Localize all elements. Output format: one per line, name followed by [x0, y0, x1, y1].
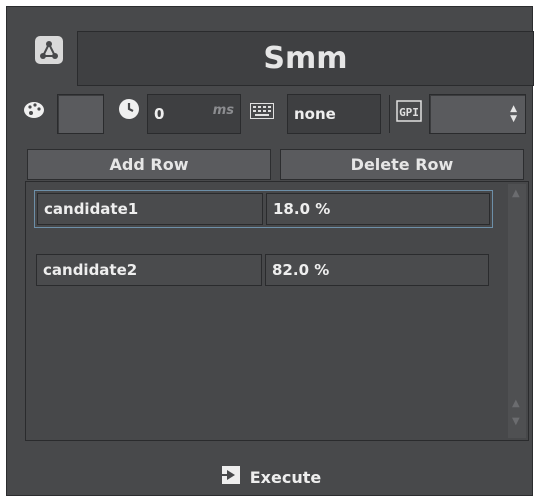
time-input[interactable]: 0 ms: [147, 94, 241, 134]
candidate-name-cell[interactable]: candidate2: [36, 254, 262, 286]
execute-icon: [220, 464, 242, 490]
table-row[interactable]: candidate1 18.0 %: [34, 190, 493, 228]
up-down-arrows-icon: ▲ ▼: [510, 104, 517, 124]
scroll-up-icon[interactable]: ▲: [512, 188, 520, 199]
gpi-icon: GPI: [396, 100, 422, 122]
candidate-name-cell[interactable]: candidate1: [37, 193, 263, 225]
node-graph-icon: [31, 32, 67, 68]
keyboard-icon: [250, 103, 274, 119]
add-row-button[interactable]: Add Row: [27, 149, 271, 180]
page-title: Smm: [77, 31, 534, 86]
smm-panel: Smm 0 ms none GPI ▲ ▼ Add Row Delete Row…: [6, 6, 534, 496]
execute-button[interactable]: Execute: [7, 462, 534, 492]
color-swatch[interactable]: [57, 94, 104, 134]
table-row[interactable]: candidate2 82.0 %: [34, 252, 493, 290]
keyboard-shortcut-field[interactable]: none: [287, 94, 381, 134]
scroll-down-icon[interactable]: ▼: [512, 416, 520, 427]
keyboard-value: none: [294, 105, 336, 123]
time-value: 0: [154, 105, 165, 123]
scroll-up-icon[interactable]: ▲: [512, 398, 520, 409]
execute-label: Execute: [249, 467, 322, 487]
vertical-scrollbar[interactable]: ▲ ▲ ▼: [508, 184, 526, 438]
palette-icon: [23, 99, 45, 121]
candidate-value-cell[interactable]: 18.0 %: [266, 193, 490, 225]
gpi-select[interactable]: ▲ ▼: [429, 94, 526, 134]
candidate-table: candidate1 18.0 % candidate2 82.0 % ▲ ▲ …: [25, 181, 529, 441]
time-unit: ms: [212, 103, 234, 118]
svg-text:GPI: GPI: [399, 106, 419, 119]
candidate-value-cell[interactable]: 82.0 %: [265, 254, 489, 286]
delete-row-button[interactable]: Delete Row: [280, 149, 524, 180]
clock-icon: [117, 97, 141, 121]
